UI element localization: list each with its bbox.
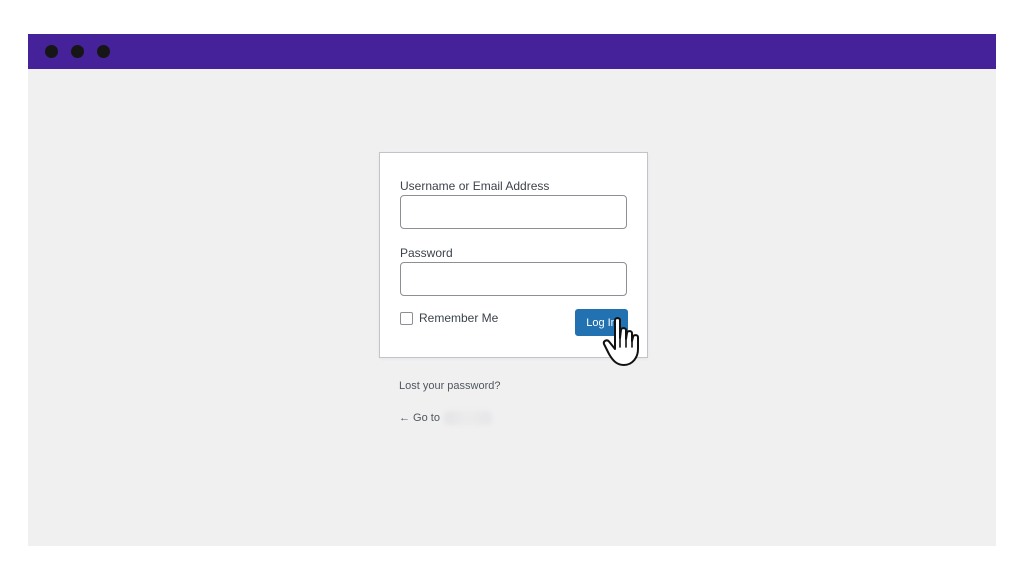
window-control-dot-3[interactable] xyxy=(97,45,110,58)
password-input[interactable] xyxy=(400,262,627,296)
back-to-site-link[interactable]: ← Go to xyxy=(399,411,492,425)
blurred-site-name xyxy=(443,411,492,425)
password-label: Password xyxy=(400,246,453,260)
browser-window: Username or Email Address Password Remem… xyxy=(28,34,996,546)
remember-me-row[interactable]: Remember Me xyxy=(400,311,498,325)
remember-me-label: Remember Me xyxy=(419,311,499,325)
window-title-bar xyxy=(28,34,996,69)
remember-me-checkbox[interactable] xyxy=(400,311,413,325)
window-control-dot-1[interactable] xyxy=(45,45,58,58)
username-label: Username or Email Address xyxy=(400,179,550,193)
hand-pointer-icon xyxy=(602,317,639,366)
lost-password-link[interactable]: Lost your password? xyxy=(399,380,501,392)
username-input[interactable] xyxy=(400,195,627,229)
window-control-dot-2[interactable] xyxy=(71,45,84,58)
back-to-site-label: ← Go to xyxy=(399,412,440,424)
